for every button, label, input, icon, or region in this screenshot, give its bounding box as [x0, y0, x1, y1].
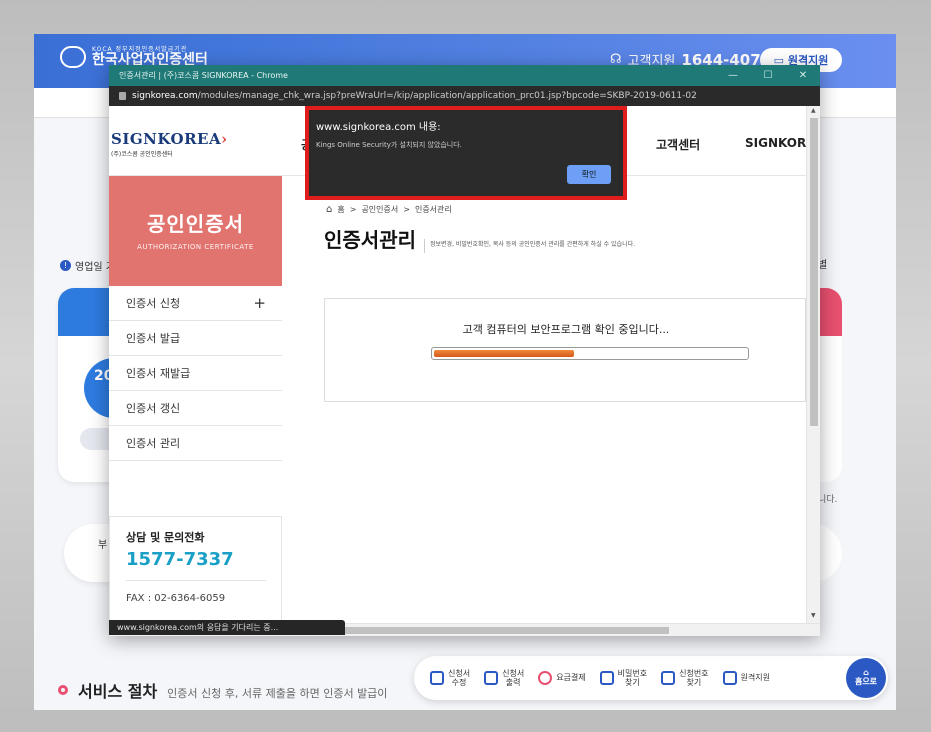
- page-title: 인증서관리: [324, 228, 416, 252]
- breadcrumb-item[interactable]: 공인인증서: [361, 204, 398, 215]
- minimize-icon[interactable]: —: [719, 65, 747, 86]
- security-check-panel: 고객 컴퓨터의 보안프로그램 확인 중입니다...: [324, 298, 806, 402]
- quick-label: 비밀번호: [617, 668, 648, 678]
- brand-name: SIGNKOREA: [111, 130, 222, 148]
- alert-title: www.signkorea.com 내용:: [316, 122, 441, 133]
- url-host: signkorea.com: [132, 91, 198, 101]
- sidebar-item-renew[interactable]: 인증서 갱신: [109, 391, 282, 426]
- home-label: 홈으로: [854, 677, 878, 686]
- home-icon[interactable]: ⌂: [326, 204, 332, 215]
- document-search-icon: [661, 671, 676, 685]
- lock-icon: [119, 92, 126, 100]
- sidebar: 공인인증서 AUTHORIZATION CERTIFICATE 인증서 신청 +…: [109, 176, 282, 461]
- sidebar-item-label: 인증서 관리: [126, 437, 181, 450]
- coins-icon: [538, 671, 553, 685]
- page-title-row: 인증서관리 정보변경, 비밀번호확인, 복사 등의 공인인증서 관리를 간편하게…: [324, 224, 635, 253]
- quick-label: 찾기: [625, 678, 640, 687]
- sidebar-title-en: AUTHORIZATION CERTIFICATE: [137, 243, 254, 251]
- quick-menu: 신청서 수정 신청서 출력 요금결제 비밀번호 찾기 신청번호 찾기 원격지원: [414, 656, 888, 700]
- brand-sub: (주)코스콤 공인인증센터: [111, 151, 173, 158]
- sidebar-item-issue[interactable]: 인증서 발급: [109, 321, 282, 356]
- alert-ok-button[interactable]: 확인: [567, 165, 611, 184]
- progress-bar: [431, 347, 749, 360]
- quick-label: 신청서: [502, 668, 525, 678]
- sidebar-item-label: 인증서 발급: [126, 332, 181, 345]
- fax-number: FAX : 02-6364-6059: [126, 593, 226, 604]
- breadcrumb-item[interactable]: 인증서관리: [415, 204, 452, 215]
- vertical-scrollbar[interactable]: ▲ ▼: [806, 106, 820, 623]
- printer-icon: [484, 671, 499, 685]
- sidebar-item-reissue[interactable]: 인증서 재발급: [109, 356, 282, 391]
- chevron-right-icon: ›: [221, 130, 228, 148]
- alert-message: Kings Online Security가 설치되지 않았습니다.: [316, 141, 462, 149]
- sidebar-item-label: 인증서 갱신: [126, 402, 181, 415]
- window-title: 인증서관리 | (주)코스콤 SIGNKOREA - Chrome: [119, 71, 288, 80]
- pencil-icon: [430, 671, 444, 685]
- breadcrumb: ⌂ 홈 > 공인인증서 > 인증서관리: [326, 204, 452, 215]
- bg-steps-title: 서비스 절차: [78, 682, 158, 701]
- quick-remote-support[interactable]: 원격지원: [722, 671, 770, 685]
- breadcrumb-separator: >: [349, 205, 357, 214]
- plus-icon[interactable]: +: [253, 294, 266, 312]
- address-bar[interactable]: signkorea.com/modules/manage_chk_wra.jsp…: [109, 86, 820, 106]
- lock-icon: [599, 671, 614, 685]
- quick-edit-application[interactable]: 신청서 수정: [430, 669, 470, 687]
- koca-logo-icon: [60, 46, 86, 68]
- home-button[interactable]: ⌂ 홈으로: [846, 658, 886, 698]
- quick-label: 수정: [451, 678, 467, 687]
- horizontal-scroll-thumb[interactable]: [339, 627, 669, 634]
- quick-label: 출력: [505, 678, 521, 687]
- maximize-icon[interactable]: ☐: [754, 65, 782, 86]
- quick-label: 요금결제: [556, 673, 586, 683]
- sidebar-item-label: 인증서 재발급: [126, 367, 191, 380]
- counsel-phone: 1577-7337: [126, 549, 234, 570]
- quick-find-application-number[interactable]: 신청번호 찾기: [661, 668, 709, 687]
- bg-steps-desc: 인증서 신청 후, 서류 제출을 하면 인증서 발급이: [167, 687, 388, 700]
- url-path: /modules/manage_chk_wra.jsp?preWraUrl=/k…: [197, 91, 697, 101]
- bg-side-text-bottom: 니다.: [818, 495, 838, 505]
- counsel-box: 상담 및 문의전화 1577-7337 FAX : 02-6364-6059: [109, 516, 282, 623]
- ring-icon: [58, 685, 68, 695]
- quick-find-password[interactable]: 비밀번호 찾기: [599, 668, 648, 687]
- alert-dialog: www.signkorea.com 내용: Kings Online Secur…: [309, 110, 623, 196]
- gnb-signkorea[interactable]: SIGNKORE: [745, 136, 806, 150]
- remote-person-icon: [722, 671, 737, 685]
- breadcrumb-item[interactable]: 홈: [337, 204, 344, 215]
- vertical-scroll-thumb[interactable]: [810, 118, 818, 426]
- bg-notice: ! 영업일 기: [60, 258, 115, 273]
- sidebar-item-apply[interactable]: 인증서 신청 +: [109, 286, 282, 321]
- scroll-up-icon[interactable]: ▲: [811, 107, 816, 114]
- sidebar-item-label: 인증서 신청: [126, 297, 181, 310]
- quick-print-application[interactable]: 신청서 출력: [484, 669, 524, 687]
- quick-payment[interactable]: 요금결제: [538, 671, 586, 685]
- bg-steps: 서비스 절차 인증서 신청 후, 서류 제출을 하면 인증서 발급이: [58, 678, 387, 702]
- counsel-label: 상담 및 문의전화: [126, 531, 205, 544]
- close-icon[interactable]: ✕: [789, 65, 817, 86]
- quick-label: 찾기: [686, 678, 702, 687]
- quick-label: 신청번호: [679, 668, 709, 678]
- scroll-down-icon[interactable]: ▼: [811, 612, 816, 619]
- sidebar-title: 공인인증서: [147, 212, 244, 236]
- sidebar-header: 공인인증서 AUTHORIZATION CERTIFICATE: [109, 176, 282, 286]
- quick-label: 신청서: [448, 668, 471, 678]
- page-description: 정보변경, 비밀번호확인, 복사 등의 공인인증서 관리를 간편하게 하실 수 …: [424, 239, 635, 253]
- window-titlebar[interactable]: 인증서관리 | (주)코스콤 SIGNKOREA - Chrome — ☐ ✕: [109, 65, 820, 86]
- status-bar: www.signkorea.com의 응답을 기다리는 중...: [109, 620, 345, 635]
- sidebar-item-manage[interactable]: 인증서 관리: [109, 426, 282, 461]
- gnb-customer-center[interactable]: 고객센터: [656, 136, 700, 153]
- quick-label: 원격지원: [740, 673, 770, 683]
- breadcrumb-separator: >: [403, 205, 410, 214]
- signkorea-logo[interactable]: SIGNKOREA› (주)코스콤 공인인증센터: [111, 130, 228, 158]
- checking-message: 고객 컴퓨터의 보안프로그램 확인 중입니다...: [462, 323, 670, 336]
- alert-circle-icon: !: [60, 260, 71, 271]
- progress-fill: [434, 350, 574, 357]
